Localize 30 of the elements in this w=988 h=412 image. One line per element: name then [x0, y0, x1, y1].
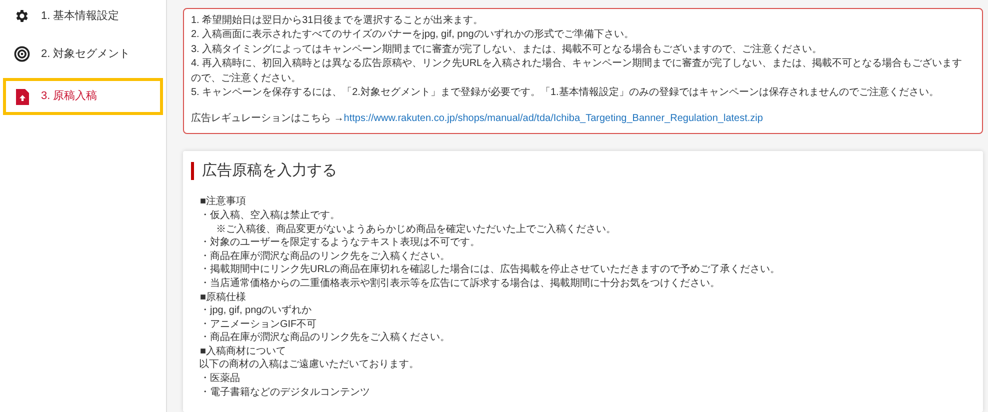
- notice-text: 4. 再入稿時に、初回入稿時とは異なる広告原稿や、リンク先URLを入稿された場合、キャンペーン期間までに審査が完了しない、または、掲載不可となる場合もございますので、ご注意ください。: [191, 57, 964, 86]
- guideline-text: ・アニメーションGIF不可: [199, 318, 318, 332]
- heading-accent-bar: [191, 162, 194, 180]
- guideline-text: ・掲載期間中にリンク先URLの商品在庫切れを確認した場合には、広告掲載を停止させていただきますので予めご了承ください。: [199, 263, 782, 277]
- guideline-text: ・電子書籍などのデジタルコンテンツ: [199, 386, 371, 400]
- guideline-text: ・仮入稿、空入稿は禁止です。: [199, 208, 341, 223]
- notice-text: 3. 入稿タイミングによってはキャンペーン期間までに審査が完了しない、または、掲載不可となる場合もございますので、ご注意ください。: [191, 42, 824, 57]
- section-heading: ■注意事項: [199, 195, 248, 209]
- card-title: 広告原稿を入力する: [202, 160, 337, 181]
- target-icon: [14, 46, 30, 62]
- notice-text: 1. 希望開始日は翌日から31日後までを選択することが出来ます。: [191, 14, 484, 28]
- sidebar-item[interactable]: 2. 対象セグメント: [3, 40, 163, 68]
- sidebar-item[interactable]: 1. 基本情報設定: [3, 2, 163, 30]
- guideline-text: ・当店通常価格からの二重価格表示や割引表示等を広告にて訴求する場合は、掲載期間に十分お気をつけください。: [199, 276, 721, 290]
- file-upload-icon: [16, 88, 28, 104]
- guideline-text: ※ご入稿後、商品変更がないようあらかじめ商品を確定いただいた上でご入稿ください。: [215, 222, 617, 236]
- gear-icon: [14, 8, 30, 24]
- guideline-text: ・商品在庫が潤沢な商品のリンク先をご入稿ください。: [199, 331, 451, 345]
- guideline-text: ・jpg, gif, pngのいずれか: [199, 304, 313, 318]
- notice-text: 2. 入稿画面に表示されたすべてのサイズのバナーをjpg, gif, pngのいずれかの形式でご準備下さい。: [191, 28, 635, 42]
- section-heading: ■入稿商材について: [199, 344, 288, 358]
- regulation-label: 広告レギュレーションはこちら →: [191, 113, 344, 124]
- guideline-text: 以下の商材の入稿はご遠慮いただいております。: [198, 358, 420, 372]
- guideline-text: ・商品在庫が潤沢な商品のリンク先をご入稿ください。: [199, 250, 451, 264]
- guideline-text: ・医薬品: [199, 372, 241, 386]
- guideline-text: ・対象のユーザーを限定するようなテキスト表現は不可です。: [199, 236, 481, 250]
- notice-text: 5. キャンペーンを保存するには、「2.対象セグメント」まで登録が必要です。「1.基本情報設定」のみの登録ではキャンペーンは保存されませんのでご注意ください。: [191, 86, 940, 100]
- regulation-link[interactable]: https://www.rakuten.co.jp/shops/manual/ad/tda/Ichiba_Targeting_Banner_Regulation_latest.zip: [344, 113, 763, 124]
- sidebar-item[interactable]: 3. 原稿入稿: [3, 78, 163, 115]
- section-heading: ■原稿仕様: [199, 290, 248, 304]
